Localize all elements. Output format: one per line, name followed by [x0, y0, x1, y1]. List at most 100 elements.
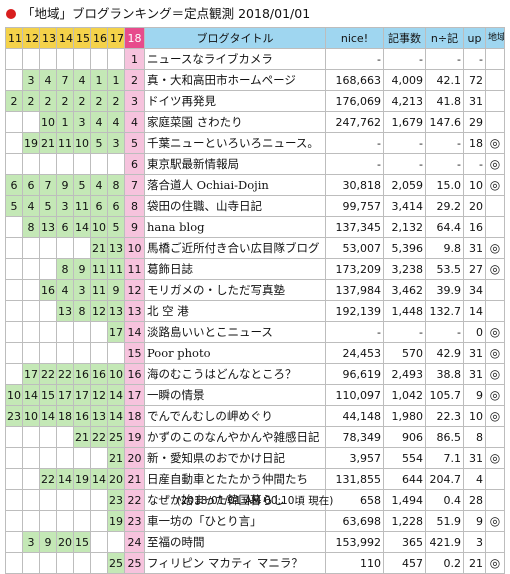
- nice-count-cell: 153,992: [325, 531, 384, 553]
- history-rank-cell: 7: [56, 69, 74, 91]
- history-rank-cell: 4: [39, 69, 57, 91]
- blog-title-cell[interactable]: 千葉ニューといろいろニュース。: [144, 132, 326, 154]
- table-row: 16 4 3 11 9 12 モリガメの・しただ写真塾 137,984 3,462 39.9 34: [5, 279, 505, 301]
- nice-per-article-cell: 204.7: [425, 468, 464, 490]
- article-count-cell: 2,059: [383, 174, 426, 196]
- current-rank-cell: 21: [124, 468, 145, 490]
- history-rank-cell: [5, 300, 23, 322]
- nice-per-article-cell: 42.1: [425, 69, 464, 91]
- up-count-cell: -: [463, 48, 486, 70]
- up-count-cell: 31: [463, 363, 486, 385]
- history-rank-cell: 11: [107, 258, 125, 280]
- current-rank-cell: 1: [124, 48, 145, 70]
- up-count-cell: 8: [463, 426, 486, 448]
- history-rank-cell: 25: [107, 552, 125, 574]
- ranking-panel: 「地域」ブログランキング＝定点観測 2018/01/01 11 12 13 14…: [0, 0, 510, 574]
- region-mark-cell: ◎: [485, 510, 505, 532]
- blog-title-cell[interactable]: 家庭菜園 さわたり: [144, 111, 326, 133]
- blog-title-cell[interactable]: hana blog: [144, 216, 326, 238]
- up-count-cell: 20: [463, 195, 486, 217]
- nice-per-article-cell: -: [425, 132, 464, 154]
- blog-title-cell[interactable]: 淡路島いいとこニュース: [144, 321, 326, 343]
- col-history-12: 12: [22, 27, 40, 49]
- table-row: 8 13 6 14 10 5 9 hana blog 137,345 2,132 64.4 16: [5, 216, 505, 238]
- ranking-table: 11 12 13 14 15 16 17 18 ブログタイトル nice! 記事…: [5, 27, 505, 574]
- blog-title-cell[interactable]: 海のむこうはどんなところ？: [144, 363, 326, 385]
- blog-title-cell[interactable]: 袋田の住職、山寺日記: [144, 195, 326, 217]
- blog-title-cell[interactable]: 真・大和高田市ホームページ: [144, 69, 326, 91]
- table-row: 19 23 車一坊の「ひとり言」 63,698 1,228 51.9 9 ◎: [5, 510, 505, 532]
- table-header-row: 11 12 13 14 15 16 17 18 ブログタイトル nice! 記事…: [5, 27, 505, 49]
- blog-title-cell[interactable]: 東京駅最新情報局: [144, 153, 326, 175]
- current-rank-cell: 13: [124, 300, 145, 322]
- nice-count-cell: 176,069: [325, 90, 384, 112]
- article-count-cell: 1,980: [383, 405, 426, 427]
- nice-per-article-cell: 38.8: [425, 363, 464, 385]
- nice-count-cell: 137,984: [325, 279, 384, 301]
- blog-title-cell[interactable]: 車一坊の「ひとり言」: [144, 510, 326, 532]
- history-rank-cell: [90, 342, 108, 364]
- current-rank-cell: 2: [124, 69, 145, 91]
- blog-title-cell[interactable]: モリガメの・しただ写真塾: [144, 279, 326, 301]
- up-count-cell: 4: [463, 468, 486, 490]
- article-count-cell: 2,132: [383, 216, 426, 238]
- history-rank-cell: 22: [90, 426, 108, 448]
- history-rank-cell: [22, 237, 40, 259]
- article-count-cell: 1,042: [383, 384, 426, 406]
- col-articles: 記事数: [383, 27, 426, 49]
- blog-title-cell[interactable]: かずのこのなんやかんや雑感日記: [144, 426, 326, 448]
- up-count-cell: 16: [463, 216, 486, 238]
- article-count-cell: 570: [383, 342, 426, 364]
- history-rank-cell: [73, 48, 91, 70]
- history-rank-cell: 17: [73, 384, 91, 406]
- article-count-cell: 365: [383, 531, 426, 553]
- region-mark-cell: ◎: [485, 321, 505, 343]
- table-row: 21 13 10 馬橋ご近所付き合い広目隊ブログ 53,007 5,396 9.8 31 ◎: [5, 237, 505, 259]
- region-mark-cell: [485, 90, 505, 112]
- history-rank-cell: 5: [107, 216, 125, 238]
- history-rank-cell: 3: [107, 132, 125, 154]
- blog-title-cell[interactable]: 一瞬の情景: [144, 384, 326, 406]
- history-rank-cell: 3: [22, 531, 40, 553]
- region-mark-cell: ◎: [485, 237, 505, 259]
- blog-title-cell[interactable]: 馬橋ご近所付き合い広目隊ブログ: [144, 237, 326, 259]
- history-rank-cell: 21: [107, 447, 125, 469]
- history-rank-cell: 2: [56, 90, 74, 112]
- blog-title-cell[interactable]: ドイツ再発見: [144, 90, 326, 112]
- history-rank-cell: 19: [22, 132, 40, 154]
- blog-title-cell[interactable]: 北 空 港: [144, 300, 326, 322]
- region-mark-cell: ◎: [485, 174, 505, 196]
- region-mark-cell: ◎: [485, 258, 505, 280]
- nice-per-article-cell: -: [425, 153, 464, 175]
- blog-title-cell[interactable]: 葛飾日誌: [144, 258, 326, 280]
- blog-title-cell[interactable]: 落合道人 Ochiai-Dojin: [144, 174, 326, 196]
- blog-title-cell[interactable]: フィリピン マカティ マニラ？: [144, 552, 326, 574]
- history-rank-cell: [39, 552, 57, 574]
- history-rank-cell: 3: [73, 279, 91, 301]
- history-rank-cell: [5, 216, 23, 238]
- current-rank-cell: 3: [124, 90, 145, 112]
- up-count-cell: 10: [463, 405, 486, 427]
- table-row: 6 東京駅最新情報局 - - - - ◎: [5, 153, 505, 175]
- blog-title-cell[interactable]: ニュースなライブカメラ: [144, 48, 326, 70]
- history-rank-cell: [73, 510, 91, 532]
- blog-title-cell[interactable]: でんでんむしの岬めぐり: [144, 405, 326, 427]
- history-rank-cell: [56, 552, 74, 574]
- history-rank-cell: [22, 510, 40, 532]
- history-rank-cell: 10: [22, 405, 40, 427]
- blog-title-cell[interactable]: 新・愛知県のおでかけ日記: [144, 447, 326, 469]
- nice-per-article-cell: 421.9: [425, 531, 464, 553]
- article-count-cell: 5,396: [383, 237, 426, 259]
- blog-title-cell[interactable]: 日産自動車とたたかう仲間たち: [144, 468, 326, 490]
- col-history-17: 17: [107, 27, 125, 49]
- nice-per-article-cell: 29.2: [425, 195, 464, 217]
- history-rank-cell: 1: [56, 111, 74, 133]
- blog-title-cell[interactable]: 至福の時間: [144, 531, 326, 553]
- history-rank-cell: 16: [73, 405, 91, 427]
- nice-count-cell: 78,349: [325, 426, 384, 448]
- current-rank-cell: 12: [124, 279, 145, 301]
- col-nice-per-article: n÷記: [425, 27, 464, 49]
- blog-title-cell[interactable]: Poor photo: [144, 342, 326, 364]
- history-rank-cell: 16: [39, 279, 57, 301]
- history-rank-cell: [56, 426, 74, 448]
